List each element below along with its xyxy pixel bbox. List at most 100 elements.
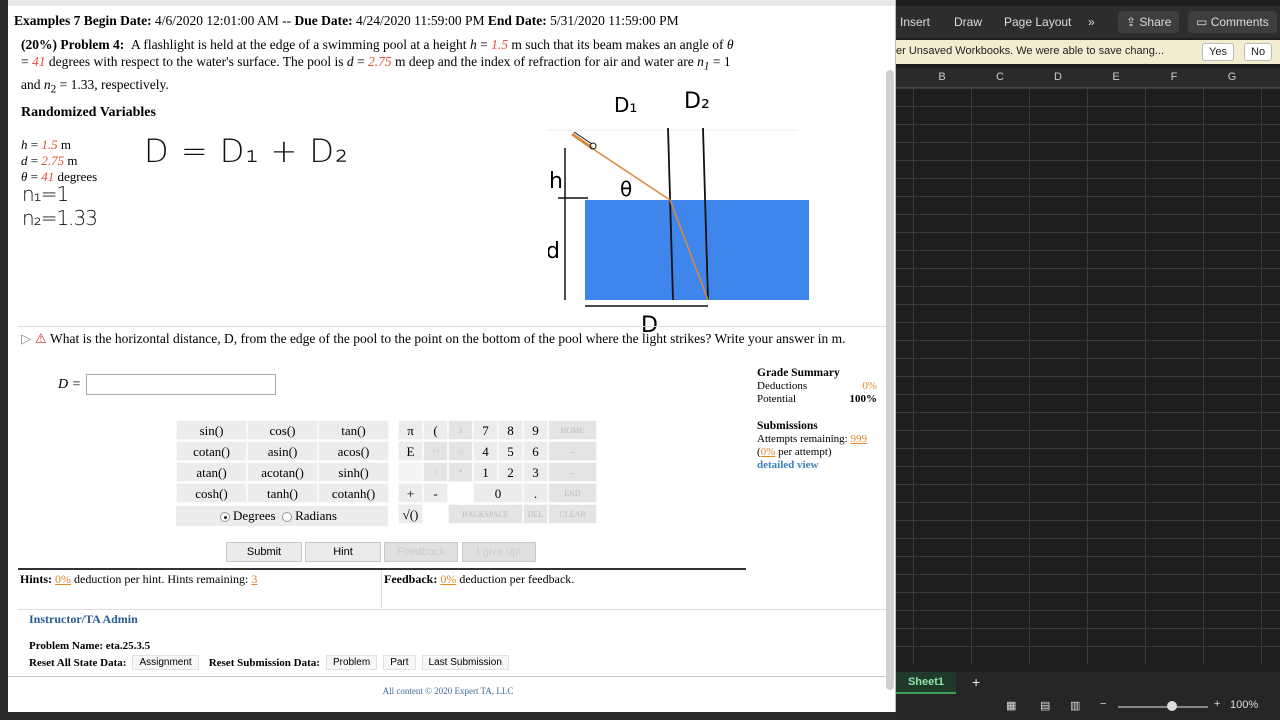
due-date: 4/24/2020 11:59:00 PM (356, 13, 485, 28)
sinh-key[interactable]: sinh() (318, 462, 389, 482)
sin-key[interactable]: sin() (176, 420, 247, 440)
page-break-view-icon[interactable]: ▥ (1070, 699, 1080, 712)
play-arrow-icon[interactable]: ▷ (21, 331, 31, 346)
hints-info: Hints: 0% deduction per hint. Hints rema… (20, 572, 257, 587)
sqrt-key[interactable]: √() (398, 504, 423, 524)
digit-7-key[interactable]: 7 (473, 420, 498, 440)
reset-problem-button[interactable]: Problem (325, 655, 378, 670)
reset-part-button[interactable]: Part (383, 655, 416, 670)
submissions-title: Submissions (757, 420, 818, 432)
backspace-key[interactable]: BACKSPACE (448, 504, 523, 524)
h-value: 1.5 (491, 37, 508, 52)
zoom-slider-knob[interactable] (1167, 701, 1177, 711)
hints-remaining: 3 (251, 572, 258, 586)
instructor-admin-link[interactable]: Instructor/TA Admin (29, 612, 138, 627)
digit-3-key[interactable]: 3 (523, 462, 548, 482)
reset-last-submission-button[interactable]: Last Submission (421, 655, 509, 670)
digit-5-key[interactable]: 5 (498, 441, 523, 461)
del-key[interactable]: DEL (523, 504, 548, 524)
column-header-c[interactable]: C (971, 71, 1029, 83)
backslash-key[interactable]: ↓\ (448, 441, 473, 461)
give-up-button[interactable]: I give up! (462, 542, 536, 562)
rv-row-h: h = 1.5 m (21, 137, 71, 152)
ribbon-tab-draw[interactable]: Draw (954, 15, 982, 29)
acos-key[interactable]: acos() (318, 441, 389, 461)
attempts-row: Attempts remaining: 999 (757, 433, 877, 446)
column-header-b[interactable]: B (913, 71, 971, 83)
blank-key (398, 462, 423, 482)
power-key[interactable]: ↑^ (423, 441, 448, 461)
tanh-key[interactable]: tanh() (247, 483, 318, 503)
zoom-slider[interactable] (1118, 701, 1208, 711)
spreadsheet-grid[interactable] (896, 88, 1280, 664)
pi-key[interactable]: π (398, 420, 423, 440)
angle-mode-row: Degrees Radians (176, 506, 388, 526)
browser-scrollbar[interactable] (886, 70, 894, 690)
asin-key[interactable]: asin() (247, 441, 318, 461)
submit-button[interactable]: Submit (226, 542, 302, 562)
left-arrow-key[interactable]: ← (548, 462, 597, 482)
digit-0-key[interactable]: 0 (473, 483, 523, 503)
diagram-label-h: h (549, 169, 563, 194)
ribbon-tab-insert[interactable]: Insert (900, 15, 930, 29)
zoom-in-icon[interactable]: + (1214, 698, 1220, 710)
atan-key[interactable]: atan() (176, 462, 247, 482)
column-header-g[interactable]: G (1203, 71, 1261, 83)
digit-1-key[interactable]: 1 (473, 462, 498, 482)
minus-key[interactable]: - (423, 483, 448, 503)
cotan-key[interactable]: cotan() (176, 441, 247, 461)
per-attempt-text: per attempt) (778, 446, 832, 458)
column-header-f[interactable]: F (1145, 71, 1203, 83)
page-layout-view-icon[interactable]: ▤ (1040, 699, 1050, 712)
cotanh-key[interactable]: cotanh() (318, 483, 389, 503)
column-header-e[interactable]: E (1087, 71, 1145, 83)
flashlight-icon (571, 131, 597, 150)
potential-row: Potential 100% (757, 393, 877, 406)
divide-key[interactable]: / (423, 462, 448, 482)
tan-key[interactable]: tan() (318, 420, 389, 440)
rv-unit: m (67, 153, 78, 168)
multiply-key[interactable]: * (448, 462, 473, 482)
home-key[interactable]: HOME (548, 420, 597, 440)
digit-4-key[interactable]: 4 (473, 441, 498, 461)
sheet-tab-sheet1[interactable]: Sheet1 (896, 672, 956, 694)
open-paren-key[interactable]: ( (423, 420, 448, 440)
e-key[interactable]: E (398, 441, 423, 461)
digit-9-key[interactable]: 9 (523, 420, 548, 440)
digit-6-key[interactable]: 6 (523, 441, 548, 461)
column-header-d[interactable]: D (1029, 71, 1087, 83)
add-sheet-icon[interactable]: + (972, 674, 980, 690)
ribbon-tab-page-layout[interactable]: Page Layout (1004, 15, 1071, 29)
cos-key[interactable]: cos() (247, 420, 318, 440)
decimal-key[interactable]: . (523, 483, 548, 503)
ribbon-more-icon[interactable]: » (1088, 15, 1095, 29)
answer-input[interactable] (86, 374, 276, 395)
radians-label: Radians (295, 508, 337, 523)
hint-button[interactable]: Hint (305, 542, 381, 562)
comments-button[interactable]: ▭ Comments (1188, 11, 1277, 33)
reset-submission-label: Reset Submission Data: (208, 656, 320, 669)
problem-text-1: A flashlight is held at the edge of a sw… (131, 37, 467, 52)
rv-row-d: d = 2.75 m (21, 153, 78, 168)
end-key[interactable]: END (548, 483, 597, 503)
right-arrow-key[interactable]: → (548, 441, 597, 461)
message-yes-button[interactable]: Yes (1202, 43, 1234, 61)
close-paren-key[interactable]: ) (448, 420, 473, 440)
plus-key[interactable]: + (398, 483, 423, 503)
digit-2-key[interactable]: 2 (498, 462, 523, 482)
share-button[interactable]: ⇪ Share (1118, 11, 1180, 33)
zoom-out-icon[interactable]: − (1100, 698, 1106, 710)
recovery-message-bar: er Unsaved Workbooks. We were able to sa… (896, 40, 1280, 64)
normal-view-icon[interactable]: ▦ (1006, 699, 1016, 712)
radians-radio[interactable] (282, 512, 293, 523)
degrees-radio[interactable] (220, 512, 230, 523)
cosh-key[interactable]: cosh() (176, 483, 247, 503)
acotan-key[interactable]: acotan() (247, 462, 318, 482)
message-no-button[interactable]: No (1244, 43, 1273, 61)
digit-8-key[interactable]: 8 (498, 420, 523, 440)
feedback-button[interactable]: Feedback (384, 542, 458, 562)
clear-key[interactable]: CLEAR (548, 504, 597, 524)
n1-value: = 1 (712, 54, 731, 69)
reset-assignment-button[interactable]: Assignment (132, 655, 199, 670)
detailed-view-link[interactable]: detailed view (757, 459, 818, 471)
